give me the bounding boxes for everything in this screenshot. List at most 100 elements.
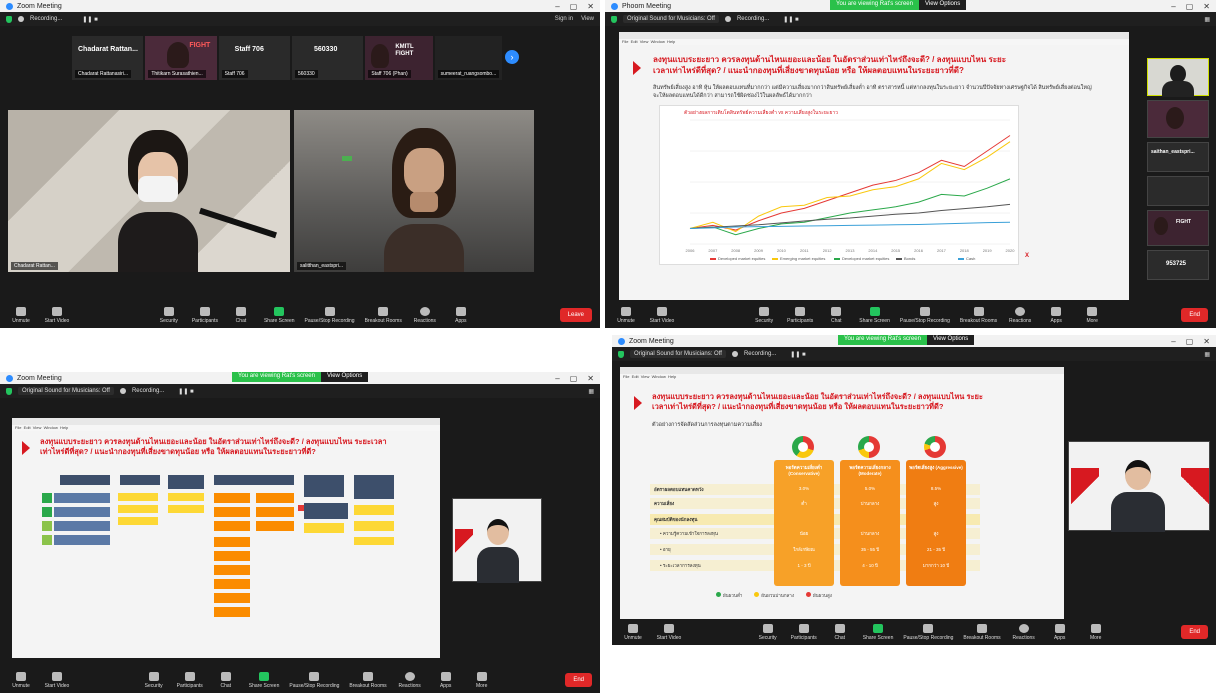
presenter-video[interactable] [1068, 441, 1210, 532]
reactions-button[interactable]: Reactions [397, 671, 423, 689]
meeting-name[interactable]: Original Sound for Musicians: Off [623, 15, 719, 23]
strip-tile[interactable]: 560330 560330 [291, 36, 364, 80]
minimize-icon[interactable]: – [1171, 337, 1175, 346]
chat-button[interactable]: Chat [827, 623, 853, 641]
participants-button[interactable]: Participants [791, 623, 817, 641]
security-shield-icon[interactable] [6, 15, 12, 23]
participants-button[interactable]: Participants [787, 306, 813, 324]
chat-button[interactable]: Chat [213, 671, 239, 689]
next-page-icon[interactable]: › [505, 50, 519, 64]
maximize-icon[interactable]: ▢ [1186, 2, 1194, 11]
apps-button[interactable]: Apps [1043, 306, 1069, 324]
video-tile[interactable]: salitthan_eastspri... [294, 110, 534, 272]
shield-icon [762, 623, 773, 633]
breakout-rooms-button[interactable]: Breakout Rooms [349, 671, 387, 689]
share-screen-button[interactable]: Share Screen [863, 623, 893, 641]
end-button[interactable]: End [565, 673, 592, 687]
leave-button[interactable]: Leave [559, 308, 593, 322]
start-video-button[interactable]: Start Video [649, 306, 675, 324]
legend-swatch [958, 258, 964, 260]
view-button[interactable]: ▦ [588, 388, 594, 395]
participants-button[interactable]: Participants [177, 671, 203, 689]
participant-tile[interactable]: saithan_eastspri... [1147, 142, 1209, 172]
unmute-button[interactable]: Unmute [8, 306, 34, 324]
presenter-video[interactable] [452, 498, 542, 583]
recording-button[interactable]: Pause/Stop Recording [305, 306, 355, 324]
end-button[interactable]: End [1181, 308, 1208, 322]
share-screen-button[interactable]: Share Screen [249, 671, 279, 689]
view-button[interactable]: View [581, 16, 594, 22]
breakout-rooms-button[interactable]: Breakout Rooms [365, 306, 402, 324]
pause-icon[interactable]: ❚❚ ■ [178, 388, 193, 395]
x-tick-label: 2011 [800, 248, 809, 253]
pause-icon[interactable]: ❚❚ ■ [790, 351, 805, 358]
end-button[interactable]: End [1181, 625, 1208, 639]
security-button[interactable]: Security [156, 306, 182, 324]
start-video-button[interactable]: Start Video [44, 671, 70, 689]
maximize-icon[interactable]: ▢ [1186, 337, 1194, 346]
participant-tile[interactable] [1147, 100, 1209, 138]
more-button[interactable]: More [469, 671, 495, 689]
start-video-button[interactable]: Start Video [44, 306, 70, 324]
apps-button[interactable]: Apps [1047, 623, 1073, 641]
strip-tile[interactable]: KMITL FIGHT Staff 706 (Phan) [365, 36, 433, 80]
security-shield-icon[interactable] [6, 387, 12, 395]
recording-button[interactable]: Pause/Stop Recording [289, 671, 339, 689]
close-icon[interactable]: ✕ [1203, 337, 1210, 346]
more-button[interactable]: More [1079, 306, 1105, 324]
reactions-button[interactable]: Reactions [1007, 306, 1033, 324]
participant-tile[interactable] [1147, 58, 1209, 97]
minimize-icon[interactable]: – [555, 374, 559, 383]
more-button[interactable]: More [1083, 623, 1109, 641]
close-icon[interactable]: ✕ [587, 2, 594, 11]
security-button[interactable]: Security [751, 306, 777, 324]
strip-tile[interactable]: sumeerat_ruangsombo... [434, 36, 503, 80]
view-button[interactable]: ▦ [1204, 16, 1210, 23]
unmute-button[interactable]: Unmute [8, 671, 34, 689]
close-icon[interactable]: ✕ [587, 374, 594, 383]
apps-button[interactable]: Apps [433, 671, 459, 689]
video-tile[interactable]: Chadarat Rattan... [8, 110, 290, 272]
minimize-icon[interactable]: – [1171, 2, 1175, 11]
toolbar-label: Participants [191, 317, 218, 324]
reactions-button[interactable]: Reactions [1011, 623, 1037, 641]
share-screen-button[interactable]: Share Screen [859, 306, 890, 324]
security-shield-icon[interactable] [618, 350, 624, 358]
meeting-name[interactable]: Original Sound for Musicians: Off [630, 350, 726, 358]
pause-icon[interactable]: ❚❚ ■ [82, 16, 97, 23]
strip-tile[interactable]: FIGHT Thitikarn Surasathien... [145, 36, 217, 80]
close-icon[interactable]: ✕ [1203, 2, 1210, 11]
apps-button[interactable]: Apps [448, 306, 474, 324]
sign-in-link[interactable]: Sign in [555, 16, 573, 22]
chat-button[interactable]: Chat [823, 306, 849, 324]
unmute-button[interactable]: Unmute [613, 306, 639, 324]
participants-button[interactable]: Participants [191, 306, 218, 324]
security-button[interactable]: Security [755, 623, 781, 641]
unmute-button[interactable]: Unmute [620, 623, 646, 641]
security-button[interactable]: Security [141, 671, 167, 689]
participant-tile[interactable] [1147, 176, 1209, 206]
maximize-icon[interactable]: ▢ [570, 374, 578, 383]
start-video-button[interactable]: Start Video [656, 623, 682, 641]
reactions-button[interactable]: Reactions [412, 306, 438, 324]
maximize-icon[interactable]: ▢ [570, 2, 578, 11]
view-options-button[interactable]: View Options [926, 335, 975, 345]
view-options-button[interactable]: View Options [320, 372, 369, 382]
security-shield-icon[interactable] [611, 15, 617, 23]
breakout-rooms-button[interactable]: Breakout Rooms [963, 623, 1001, 641]
minimize-icon[interactable]: – [555, 2, 559, 11]
view-button[interactable]: ▦ [1204, 351, 1210, 358]
chat-button[interactable]: Chat [228, 306, 254, 324]
strip-tile[interactable]: Staff 706 Staff 706 [218, 36, 290, 80]
recording-button[interactable]: Pause/Stop Recording [900, 306, 950, 324]
legend-label: Developed market equities [842, 256, 889, 261]
strip-tile[interactable]: Chadarat Rattan... Chadarat Rattanasiri.… [72, 36, 144, 80]
view-options-button[interactable]: View Options [918, 0, 967, 10]
participant-tile[interactable]: 953725 [1147, 250, 1209, 280]
meeting-name[interactable]: Original Sound for Musicians: Off [18, 387, 114, 395]
recording-button[interactable]: Pause/Stop Recording [903, 623, 953, 641]
breakout-rooms-button[interactable]: Breakout Rooms [960, 306, 997, 324]
pause-icon[interactable]: ❚❚ ■ [783, 16, 798, 23]
share-screen-button[interactable]: Share Screen [264, 306, 295, 324]
participant-tile[interactable]: FIGHT [1147, 210, 1209, 246]
